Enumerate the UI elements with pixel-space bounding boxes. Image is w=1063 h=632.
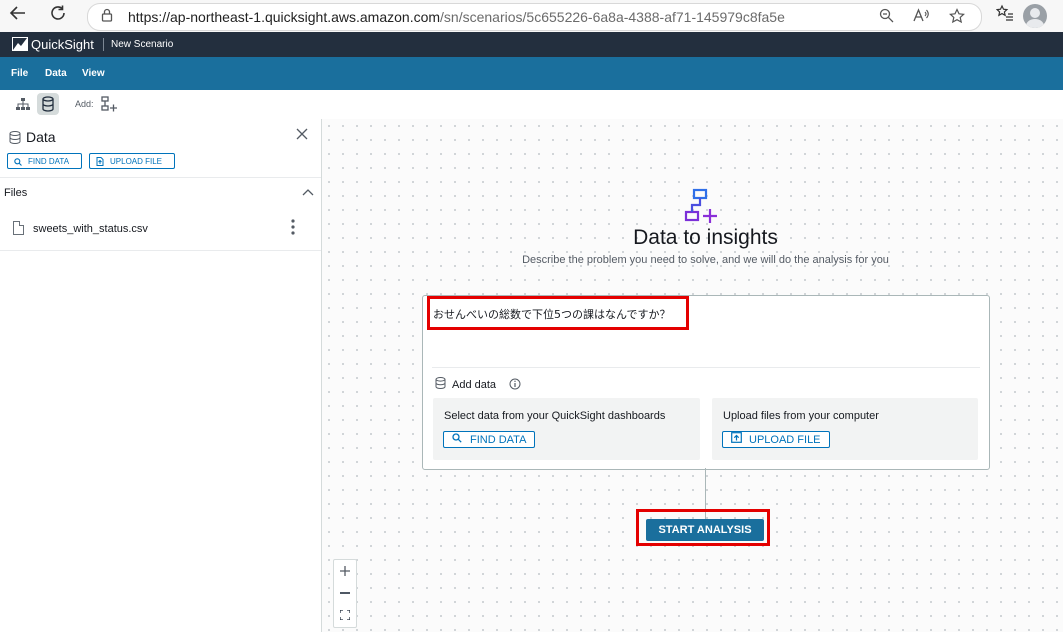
- profile-avatar[interactable]: [1023, 4, 1047, 28]
- upload-file-button[interactable]: UPLOAD FILE: [89, 153, 175, 169]
- menu-bar: File Data View: [0, 57, 1063, 90]
- info-icon[interactable]: [509, 378, 521, 390]
- zoom-out-icon[interactable]: [334, 582, 356, 604]
- chevron-up-icon[interactable]: [302, 185, 314, 199]
- file-row[interactable]: sweets_with_status.csv: [0, 212, 321, 249]
- file-name[interactable]: sweets_with_status.csv: [33, 223, 148, 235]
- zoom-icon[interactable]: [877, 8, 895, 26]
- header-divider: [103, 38, 104, 51]
- scenario-title[interactable]: New Scenario: [111, 39, 173, 50]
- divider: [0, 177, 321, 178]
- upload-file-label: UPLOAD FILE: [749, 434, 821, 446]
- toolbar: Add:: [0, 90, 1063, 120]
- divider: [432, 367, 980, 368]
- find-data-label: FIND DATA: [470, 434, 527, 446]
- data-insights-icon: [684, 188, 720, 229]
- find-data-button[interactable]: FIND DATA: [443, 431, 536, 448]
- search-icon: [452, 432, 462, 448]
- upload-data-text: Upload files from your computer: [723, 410, 879, 422]
- url-text[interactable]: https://ap-northeast-1.quicksight.aws.am…: [128, 9, 785, 25]
- insights-subtitle: Describe the problem you need to solve, …: [522, 254, 889, 266]
- upload-icon: [96, 154, 104, 170]
- menu-view[interactable]: View: [82, 68, 105, 79]
- back-arrow-icon[interactable]: [6, 4, 30, 28]
- address-bar[interactable]: https://ap-northeast-1.quicksight.aws.am…: [87, 3, 982, 31]
- data-panel: Data FIND DATA UPLOAD FILE Files sweets_…: [0, 119, 322, 632]
- file-icon: [13, 221, 24, 235]
- upload-data-option: Upload files from your computer UPLOAD F…: [712, 398, 978, 460]
- zoom-controls: [333, 559, 357, 628]
- find-data-label: FIND DATA: [28, 157, 70, 166]
- question-highlight-box: [427, 296, 689, 330]
- reload-icon[interactable]: [46, 4, 70, 28]
- quicksight-logo-icon: [12, 37, 28, 51]
- upload-icon: [731, 432, 742, 448]
- menu-data[interactable]: Data: [45, 68, 67, 79]
- panel-title: Data: [26, 129, 56, 145]
- menu-file[interactable]: File: [11, 68, 28, 79]
- insights-title: Data to insights: [633, 226, 778, 249]
- fit-view-icon[interactable]: [334, 604, 356, 626]
- favorite-star-icon[interactable]: [948, 8, 966, 26]
- files-section-label: Files: [4, 187, 28, 199]
- browser-toolbar: https://ap-northeast-1.quicksight.aws.am…: [0, 0, 1063, 33]
- upload-file-button[interactable]: UPLOAD FILE: [722, 431, 830, 448]
- hierarchy-icon[interactable]: [12, 93, 34, 115]
- add-data-row: Add data: [435, 377, 521, 391]
- find-data-button[interactable]: FIND DATA: [7, 153, 82, 169]
- divider: [0, 250, 321, 251]
- add-data-label: Add data: [452, 379, 497, 391]
- add-label: Add:: [75, 99, 94, 109]
- more-options-icon[interactable]: [289, 219, 297, 235]
- start-analysis-button[interactable]: START ANALYSIS: [646, 519, 764, 541]
- add-node-icon[interactable]: [98, 93, 120, 115]
- search-icon: [14, 154, 22, 170]
- dashboard-data-option: Select data from your QuickSight dashboa…: [433, 398, 700, 460]
- database-icon: [9, 131, 21, 149]
- app-header: QuickSight New Scenario: [0, 32, 1063, 57]
- database-icon[interactable]: [37, 93, 59, 115]
- dashboard-data-text: Select data from your QuickSight dashboa…: [444, 410, 666, 422]
- close-icon[interactable]: [296, 127, 308, 145]
- database-icon: [435, 377, 446, 390]
- favorites-list-icon[interactable]: [993, 4, 1017, 28]
- read-aloud-icon[interactable]: [912, 8, 930, 26]
- upload-file-label: UPLOAD FILE: [110, 157, 163, 166]
- lock-icon[interactable]: [98, 8, 116, 26]
- scenario-canvas[interactable]: Data to insights Describe the problem yo…: [322, 119, 1063, 632]
- brand-name[interactable]: QuickSight: [31, 37, 94, 52]
- scenario-card: おせんべいの総数で下位5つの課はなんですか？ Add data Select d…: [422, 295, 990, 470]
- zoom-in-icon[interactable]: [334, 560, 356, 582]
